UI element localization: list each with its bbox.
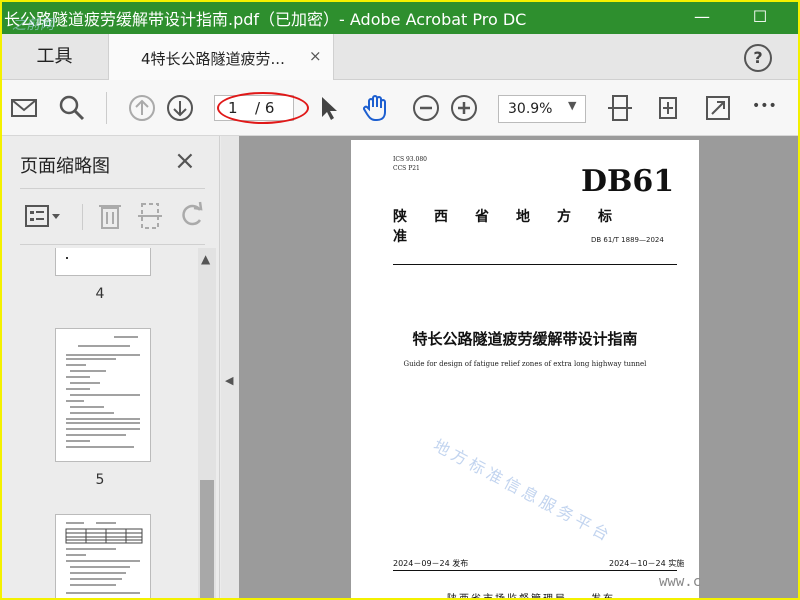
red-annotation-oval bbox=[217, 92, 309, 124]
doc-ccs: CCS P21 bbox=[393, 165, 420, 172]
help-icon[interactable]: ? bbox=[744, 44, 772, 72]
more-icon[interactable]: ••• bbox=[752, 98, 792, 130]
chevron-down-icon: ▼ bbox=[568, 99, 577, 112]
page-down-icon[interactable] bbox=[164, 92, 196, 124]
tab-bar: 工具 4特长公路隧道疲劳... × ? bbox=[2, 34, 798, 80]
document-view[interactable]: ICS 93.080 CCS P21 DB61 陕西省地方标准 DB 61/T … bbox=[239, 136, 798, 598]
close-panel-icon[interactable]: × bbox=[174, 146, 196, 176]
pdf-page: ICS 93.080 CCS P21 DB61 陕西省地方标准 DB 61/T … bbox=[351, 140, 699, 598]
zoom-out-icon[interactable] bbox=[410, 92, 442, 124]
hand-icon[interactable] bbox=[360, 92, 392, 124]
rotate-view-icon[interactable] bbox=[652, 92, 684, 124]
toolbar-divider bbox=[106, 92, 107, 124]
doc-ics: ICS 93.080 bbox=[393, 156, 427, 163]
thumbnails-panel: 页面缩略图 × 4 5 ▲ bbox=[2, 136, 220, 598]
doc-title-cn: 特长公路隧道疲劳缓解带设计指南 bbox=[412, 330, 638, 348]
doc-issuer: 陕西省市场监督管理局 bbox=[447, 590, 567, 598]
tab-document[interactable]: 4特长公路隧道疲劳... × bbox=[108, 34, 334, 80]
panel-divider bbox=[20, 244, 205, 245]
doc-implement-date: 2024－10－24 实施 bbox=[609, 559, 685, 568]
zoom-in-icon[interactable] bbox=[448, 92, 480, 124]
panel-divider bbox=[20, 188, 205, 189]
doc-title-en: Guide for design of fatigue relief zones… bbox=[403, 360, 647, 368]
thumbnail-scrollbar[interactable]: ▲ bbox=[198, 248, 216, 598]
tab-document-label: 4特长公路隧道疲劳... bbox=[141, 50, 285, 68]
thumbnail-number: 5 bbox=[95, 472, 105, 488]
doc-watermark: 地方标准信息服务平台 bbox=[430, 435, 616, 547]
panel-tools bbox=[2, 192, 220, 240]
doc-std-number: DB 61/T 1889—2024 bbox=[591, 236, 664, 244]
scroll-up-icon[interactable]: ▲ bbox=[201, 252, 210, 266]
toolbar: 1 / 6 30.9% ▼ ••• bbox=[2, 80, 798, 136]
window-title: 长公路隧道疲劳缓解带设计指南.pdf（已加密）- Adobe Acrobat P… bbox=[4, 10, 527, 29]
search-icon[interactable] bbox=[56, 92, 88, 124]
panel-tools-divider bbox=[82, 204, 83, 230]
insert-page-icon[interactable] bbox=[136, 200, 164, 232]
panel-collapse-strip[interactable]: ◀ bbox=[221, 136, 239, 598]
select-pointer-icon[interactable] bbox=[312, 92, 344, 124]
close-tab-icon[interactable]: × bbox=[309, 47, 322, 65]
doc-rule bbox=[393, 570, 677, 571]
doc-rule bbox=[393, 264, 677, 265]
thumbnail-page-4[interactable] bbox=[55, 248, 151, 276]
title-bar: 长公路隧道疲劳缓解带设计指南.pdf（已加密）- Adobe Acrobat P… bbox=[2, 2, 798, 34]
thumbnail-list: 4 5 bbox=[2, 248, 198, 598]
zoom-value: 30.9% bbox=[508, 101, 553, 117]
doc-issue-verb: 发布 bbox=[591, 590, 615, 598]
page-up-icon[interactable] bbox=[126, 92, 158, 124]
doc-code: DB61 bbox=[581, 164, 675, 199]
thumbnail-page-5[interactable] bbox=[55, 328, 151, 462]
zoom-dropdown[interactable]: 30.9% ▼ bbox=[498, 95, 586, 123]
mail-icon[interactable] bbox=[8, 92, 40, 124]
collapse-panel-icon[interactable]: ◀ bbox=[225, 374, 233, 387]
scrollbar-thumb[interactable] bbox=[200, 480, 214, 598]
fit-page-icon[interactable] bbox=[604, 92, 636, 124]
fullscreen-icon[interactable] bbox=[702, 92, 734, 124]
thumbnail-page-6[interactable] bbox=[55, 514, 151, 598]
site-watermark: 之前网 bbox=[12, 17, 54, 33]
maximize-button[interactable]: ☐ bbox=[740, 2, 780, 34]
delete-page-icon[interactable] bbox=[96, 200, 124, 232]
thumbnail-options-icon[interactable] bbox=[24, 202, 64, 230]
tab-tools[interactable]: 工具 bbox=[2, 34, 107, 80]
acrobat-window: 长公路隧道疲劳缓解带设计指南.pdf（已加密）- Adobe Acrobat P… bbox=[2, 2, 798, 598]
rotate-page-icon[interactable] bbox=[178, 200, 208, 232]
side-watermark: www.c bbox=[659, 574, 702, 590]
doc-publish-date: 2024－09－24 发布 bbox=[393, 559, 469, 568]
minimize-button[interactable]: — bbox=[682, 2, 722, 34]
thumbnail-number: 4 bbox=[95, 286, 105, 302]
panel-title: 页面缩略图 bbox=[20, 156, 110, 177]
